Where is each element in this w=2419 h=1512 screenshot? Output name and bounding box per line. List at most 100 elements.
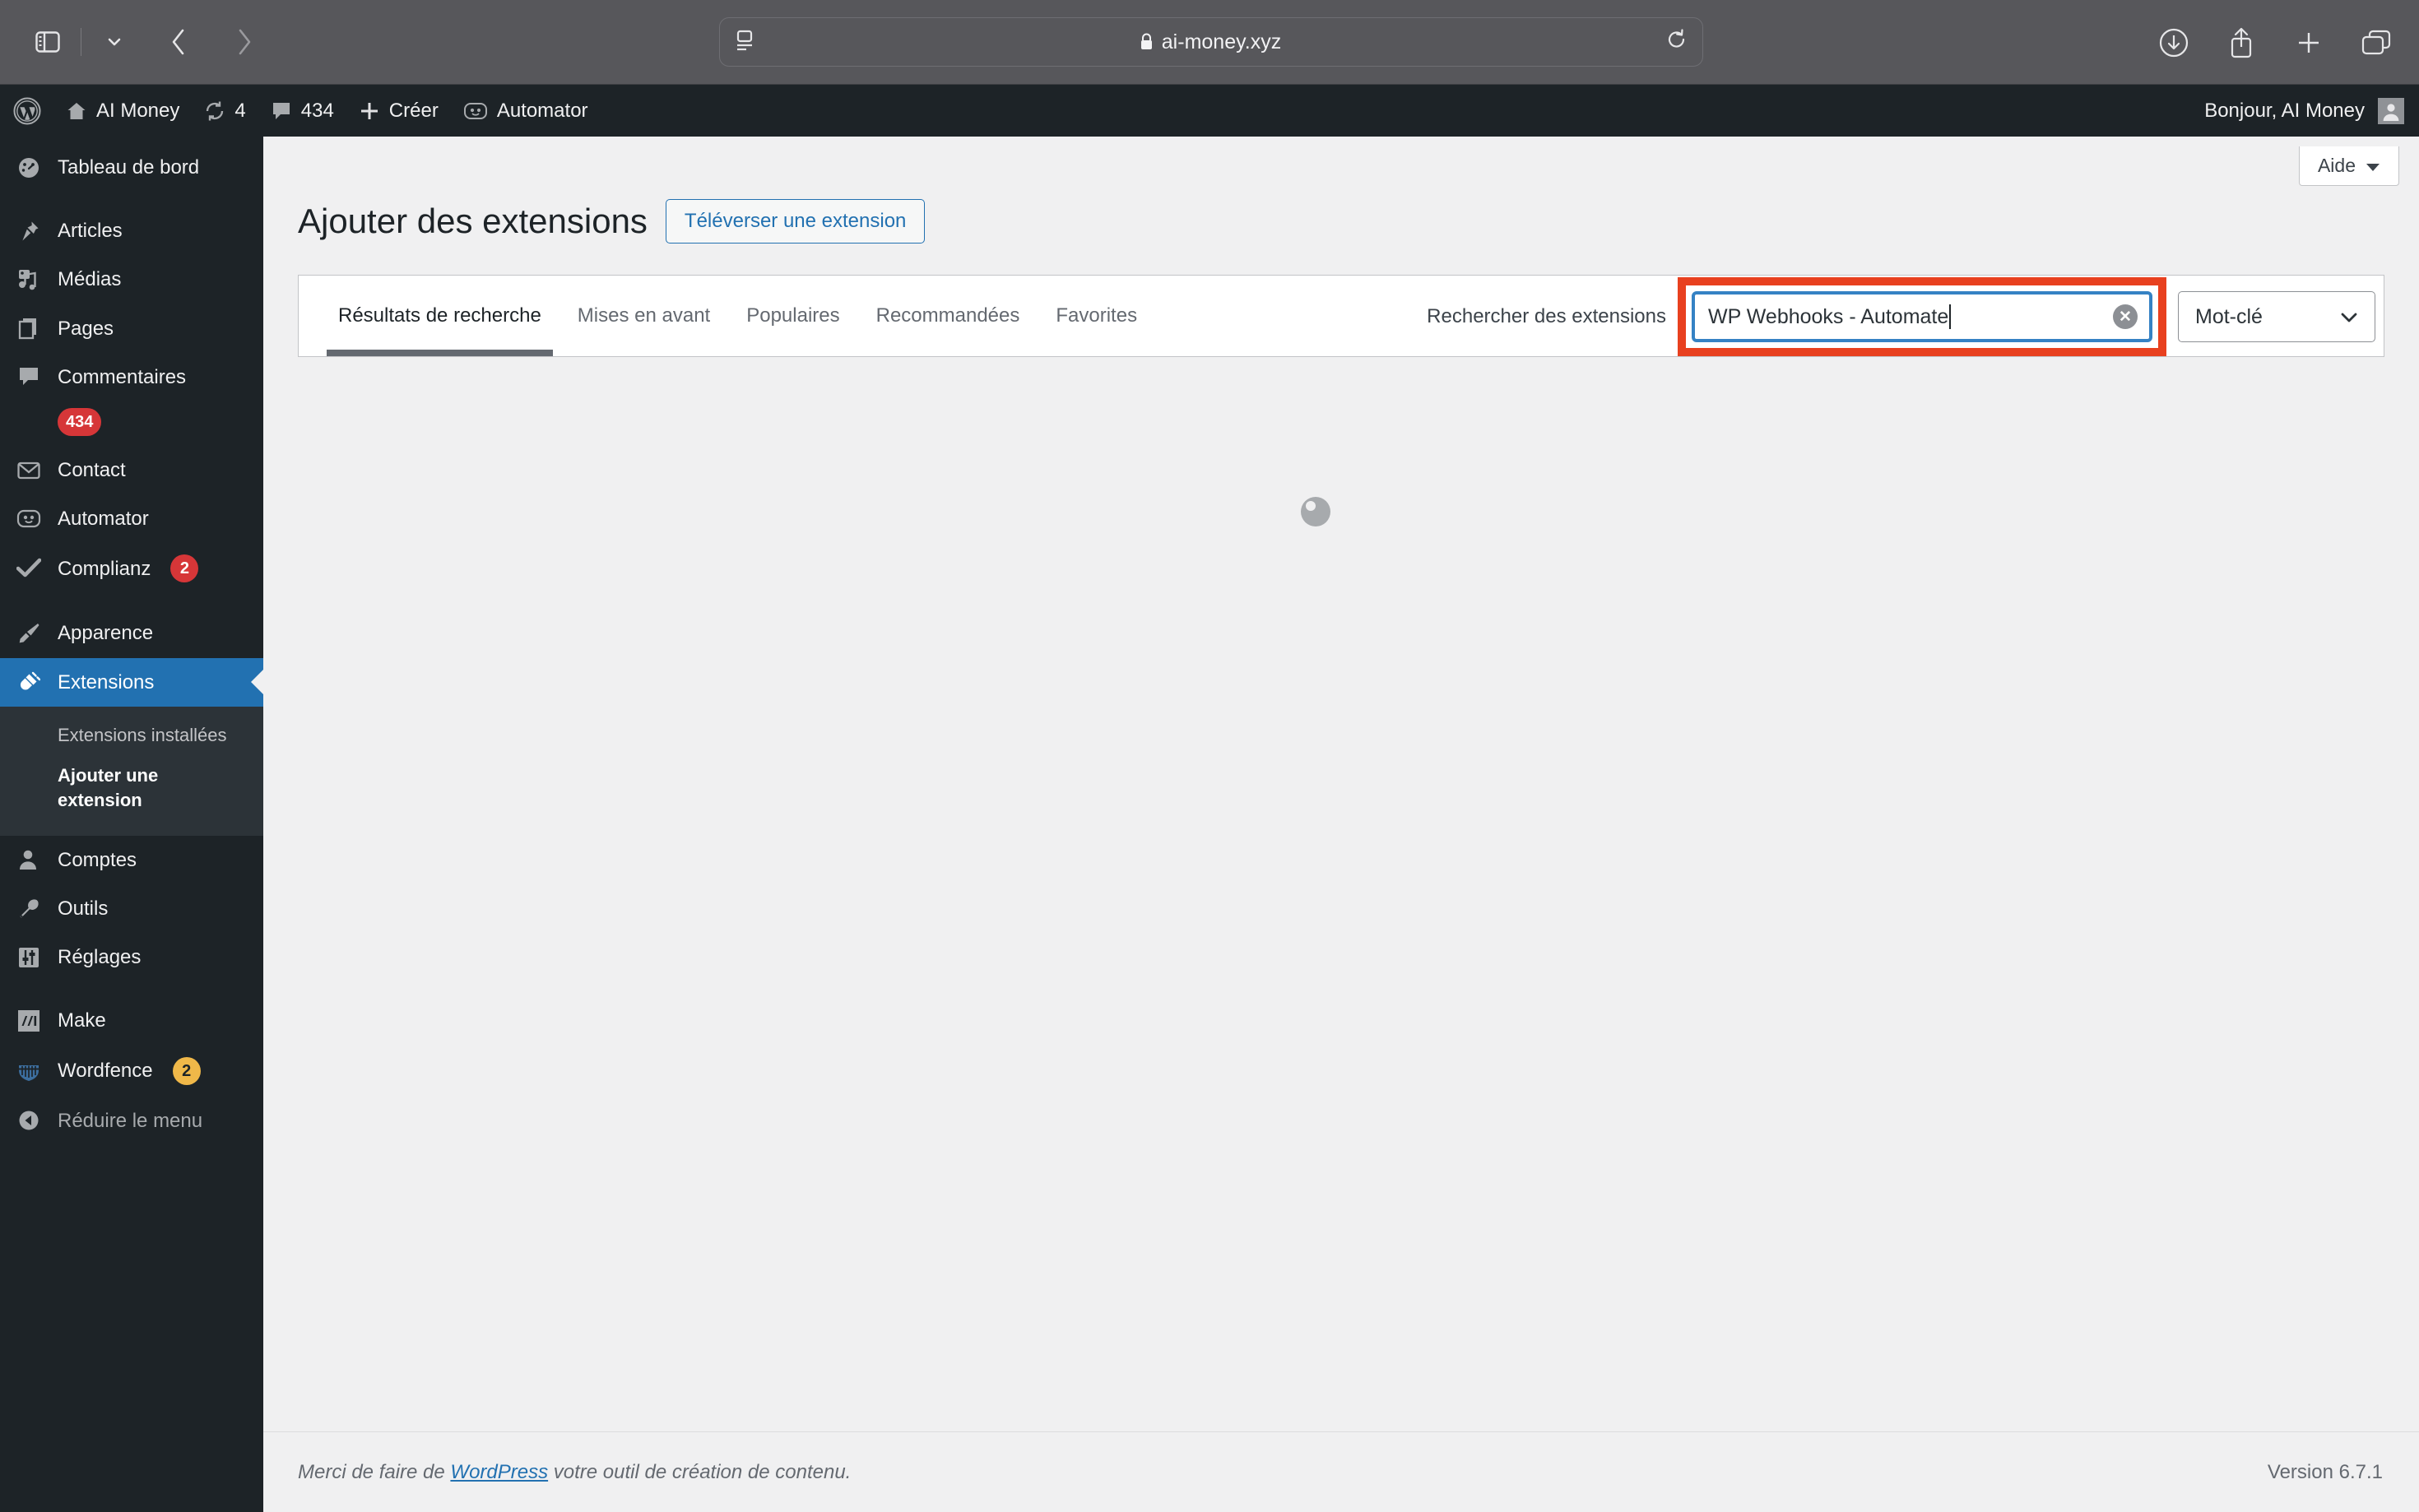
sidebar-item-label: Complianz bbox=[58, 557, 151, 580]
sidebar-toggle-icon[interactable] bbox=[25, 19, 71, 65]
updates-menu[interactable]: 4 bbox=[192, 85, 258, 137]
sidebar-item-make[interactable]: Make bbox=[0, 996, 263, 1045]
menu-separator bbox=[0, 192, 263, 206]
url-bar[interactable]: ai-money.xyz bbox=[719, 17, 1703, 67]
chevron-down-icon bbox=[2366, 155, 2380, 177]
sidebar-item-label: Pages bbox=[58, 317, 114, 340]
help-label: Aide bbox=[2317, 155, 2356, 176]
forward-chevron-icon[interactable] bbox=[221, 19, 267, 65]
my-account-menu[interactable]: Bonjour, AI Money bbox=[2204, 85, 2419, 137]
user-icon bbox=[13, 848, 44, 871]
updates-count: 4 bbox=[234, 99, 246, 122]
sidebar-item-automator[interactable]: Automator bbox=[0, 494, 263, 543]
search-highlight-annotation: WP Webhooks - Automate ✕ bbox=[1678, 277, 2166, 356]
help-row: Aide bbox=[263, 137, 2419, 186]
sidebar-item-extensions[interactable]: Extensions bbox=[0, 657, 263, 707]
dashboard-icon bbox=[13, 156, 44, 179]
loading-spinner-icon bbox=[1301, 497, 1330, 526]
chevron-down-icon[interactable] bbox=[91, 19, 137, 65]
sidebar-item-outils[interactable]: Outils bbox=[0, 884, 263, 933]
sidebar-item-label: Contact bbox=[58, 458, 126, 481]
menu-separator bbox=[0, 594, 263, 609]
browser-toolbar: ai-money.xyz bbox=[0, 0, 2419, 85]
sidebar-item-tableau-de-bord[interactable]: Tableau de bord bbox=[0, 143, 263, 192]
site-name-menu[interactable]: AI Money bbox=[53, 85, 192, 137]
wordfence-badge: 2 bbox=[172, 1056, 201, 1085]
paintbrush-icon bbox=[13, 622, 44, 645]
help-toggle-button[interactable]: Aide bbox=[2298, 146, 2399, 186]
sidebar-item-articles[interactable]: Articles bbox=[0, 206, 263, 255]
url-text: ai-money.xyz bbox=[1161, 30, 1282, 53]
comment-bubble-icon bbox=[271, 100, 292, 122]
complianz-badge: 2 bbox=[170, 554, 199, 583]
footer-thanks-pre: Merci de faire de bbox=[298, 1460, 451, 1483]
plugin-icon bbox=[13, 670, 44, 693]
sidebar-item-label: Extensions bbox=[58, 670, 155, 693]
clear-circle-icon[interactable]: ✕ bbox=[2113, 304, 2138, 329]
upload-plugin-button[interactable]: Téléverser une extension bbox=[665, 199, 926, 243]
settings-icon bbox=[13, 946, 44, 969]
comments-count: 434 bbox=[300, 99, 334, 122]
tab-resultats-de-recherche[interactable]: Résultats de recherche bbox=[320, 276, 559, 356]
comment-icon bbox=[13, 365, 44, 388]
new-content-label: Créer bbox=[388, 99, 439, 122]
sidebar-item-pages[interactable]: Pages bbox=[0, 304, 263, 353]
share-icon[interactable] bbox=[2218, 20, 2264, 66]
submenu-item-extensions-installees[interactable]: Extensions installées bbox=[0, 715, 263, 756]
sidebar-item-label: Commentaires bbox=[58, 365, 187, 388]
avatar bbox=[2378, 97, 2404, 124]
page-title: Ajouter des extensions bbox=[298, 202, 648, 240]
submenu-item-ajouter-une-extension[interactable]: Ajouter une extension bbox=[0, 755, 189, 820]
reader-view-icon[interactable] bbox=[735, 30, 754, 55]
sidebar-item-label: Apparence bbox=[58, 622, 154, 645]
site-name-label: AI Money bbox=[96, 99, 180, 122]
pin-icon bbox=[13, 220, 44, 243]
sidebar-item-label: Tableau de bord bbox=[58, 156, 200, 179]
tab-mises-en-avant[interactable]: Mises en avant bbox=[559, 276, 728, 356]
collapse-menu-button[interactable]: Réduire le menu bbox=[0, 1097, 263, 1145]
sidebar-item-wordfence[interactable]: Wordfence 2 bbox=[0, 1046, 263, 1097]
sidebar-item-comptes[interactable]: Comptes bbox=[0, 836, 263, 884]
sidebar-item-label: Articles bbox=[58, 220, 123, 243]
extensions-submenu: Extensions installées Ajouter une extens… bbox=[0, 706, 263, 836]
search-type-select[interactable]: Mot-clé bbox=[2178, 291, 2375, 342]
plugin-search-area: Rechercher des extensions WP Webhooks - … bbox=[1427, 276, 2384, 358]
tab-populaires[interactable]: Populaires bbox=[728, 276, 857, 356]
chevron-down-icon bbox=[2340, 305, 2358, 329]
plus-icon[interactable] bbox=[2286, 20, 2332, 66]
sidebar-item-label: Wordfence bbox=[58, 1059, 153, 1082]
admin-footer: Merci de faire de WordPress votre outil … bbox=[263, 1431, 2419, 1512]
sidebar-item-contact[interactable]: Contact bbox=[0, 446, 263, 494]
sidebar-item-label: Make bbox=[58, 1009, 106, 1032]
new-content-menu[interactable]: Créer bbox=[346, 85, 451, 137]
downloads-icon[interactable] bbox=[2151, 20, 2197, 66]
search-label: Rechercher des extensions bbox=[1427, 305, 1666, 327]
reload-icon[interactable] bbox=[1666, 28, 1688, 56]
sidebar-item-commentaires[interactable]: Commentaires 434 bbox=[0, 353, 263, 446]
footer-thanks-text: Merci de faire de WordPress votre outil … bbox=[298, 1461, 851, 1484]
pages-icon bbox=[13, 317, 44, 340]
comments-badge: 434 bbox=[58, 407, 102, 436]
tab-recommandees[interactable]: Recommandées bbox=[858, 276, 1038, 356]
plugin-results-area bbox=[263, 357, 2419, 1402]
collapse-menu-label: Réduire le menu bbox=[58, 1109, 203, 1132]
tab-favorites[interactable]: Favorites bbox=[1038, 276, 1155, 356]
comments-menu[interactable]: 434 bbox=[258, 85, 346, 137]
media-icon bbox=[13, 268, 44, 291]
search-input[interactable]: WP Webhooks - Automate ✕ bbox=[1692, 291, 2152, 342]
wp-logo-menu[interactable] bbox=[0, 85, 53, 137]
search-input-value: WP Webhooks - Automate bbox=[1708, 304, 1949, 328]
sidebar-item-apparence[interactable]: Apparence bbox=[0, 609, 263, 657]
sidebar-item-complianz[interactable]: Complianz 2 bbox=[0, 543, 263, 594]
automator-icon bbox=[463, 100, 488, 122]
wp-version-label: Version 6.7.1 bbox=[2267, 1460, 2383, 1483]
sidebar-item-label: Médias bbox=[58, 268, 122, 291]
sidebar-item-medias[interactable]: Médias bbox=[0, 255, 263, 304]
automator-menu[interactable]: Automator bbox=[451, 85, 601, 137]
tab-overview-icon[interactable] bbox=[2353, 20, 2399, 66]
wordpress-link[interactable]: WordPress bbox=[450, 1461, 548, 1483]
footer-thanks-post: votre outil de création de contenu. bbox=[548, 1460, 852, 1483]
back-chevron-icon[interactable] bbox=[156, 19, 202, 65]
sidebar-item-reglages[interactable]: Réglages bbox=[0, 933, 263, 981]
plus-icon bbox=[359, 100, 380, 122]
